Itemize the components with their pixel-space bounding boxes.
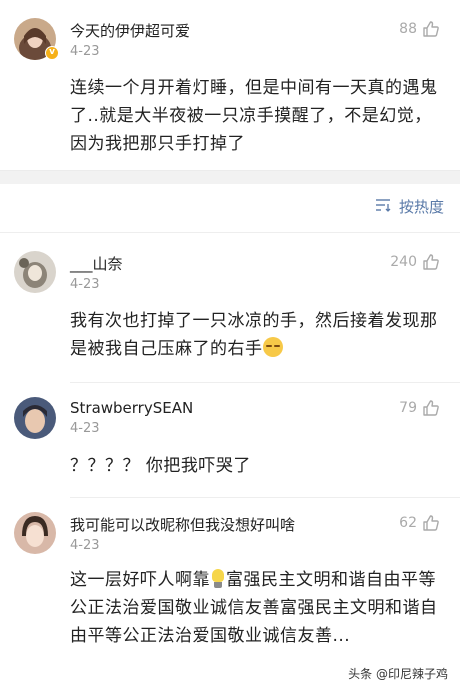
like-count: 88 — [399, 21, 417, 37]
sort-button[interactable]: 按热度 — [375, 196, 444, 217]
sort-label: 按热度 — [398, 198, 444, 216]
comment-date: 4-23 — [70, 44, 100, 59]
comment-date: 4-23 — [70, 421, 100, 436]
top-comment: v 今天的伊伊超可爱 4-23 88 连续一个月开着灯睡，但是中间有一天真的遇鬼… — [0, 0, 460, 170]
comment-text: 我有次也打掉了一只冰凉的手，然后接着发现那是被我自己压麻了的右手 — [70, 307, 442, 363]
comment-text-content: 我有次也打掉了一只冰凉的手，然后接着发现那是被我自己压麻了的右手 — [70, 311, 438, 359]
lightbulb-emoji-icon — [211, 569, 225, 589]
thumb-up-icon — [422, 514, 440, 532]
comment-date: 4-23 — [70, 277, 100, 292]
comment-text-content: 这一层好吓人啊靠 — [70, 570, 210, 590]
watermark: 头条 @印尼辣子鸡 — [346, 665, 450, 682]
comment-text: 连续一个月开着灯睡，但是中间有一天真的遇鬼了..就是大半夜被一只凉手摸醒了，不是… — [70, 78, 438, 154]
thumb-up-icon — [422, 20, 440, 38]
avatar-image — [14, 512, 56, 554]
section-divider — [0, 170, 460, 184]
like-count: 240 — [390, 254, 417, 270]
avatar[interactable] — [14, 251, 56, 293]
like-button[interactable]: 79 — [399, 399, 440, 417]
comment-username[interactable]: 我可能可以改昵称但我没想好叫啥 — [70, 514, 295, 535]
thumb-up-icon — [422, 399, 440, 417]
divider — [0, 232, 460, 233]
thumb-up-icon — [422, 253, 440, 271]
avatar[interactable] — [14, 512, 56, 554]
divider — [70, 382, 460, 383]
like-button[interactable]: 240 — [390, 253, 440, 271]
sleepy-face-emoji-icon — [262, 337, 283, 357]
like-button[interactable]: 62 — [399, 514, 440, 532]
like-count: 79 — [399, 400, 417, 416]
comment-username[interactable]: StrawberrySEAN — [70, 399, 193, 417]
sort-lines-icon — [375, 197, 393, 216]
avatar[interactable] — [14, 397, 56, 439]
comment-username[interactable]: 今天的伊伊超可爱 — [70, 20, 190, 41]
like-button[interactable]: 88 — [399, 20, 440, 38]
comment-date: 4-23 — [70, 538, 100, 553]
verified-badge-icon: v — [45, 46, 59, 60]
comment-text: 这一层好吓人啊靠 富强民主文明和谐自由平等公正法治爱国敬业诚信友善富强民主文明和谐… — [70, 566, 442, 650]
comment-text: ？？？？ 你把我吓哭了 — [70, 456, 251, 476]
divider — [70, 497, 460, 498]
avatar-image — [14, 397, 56, 439]
comment-username[interactable]: ___山奈 — [70, 253, 123, 274]
like-count: 62 — [399, 515, 417, 531]
avatar-image — [14, 251, 56, 293]
